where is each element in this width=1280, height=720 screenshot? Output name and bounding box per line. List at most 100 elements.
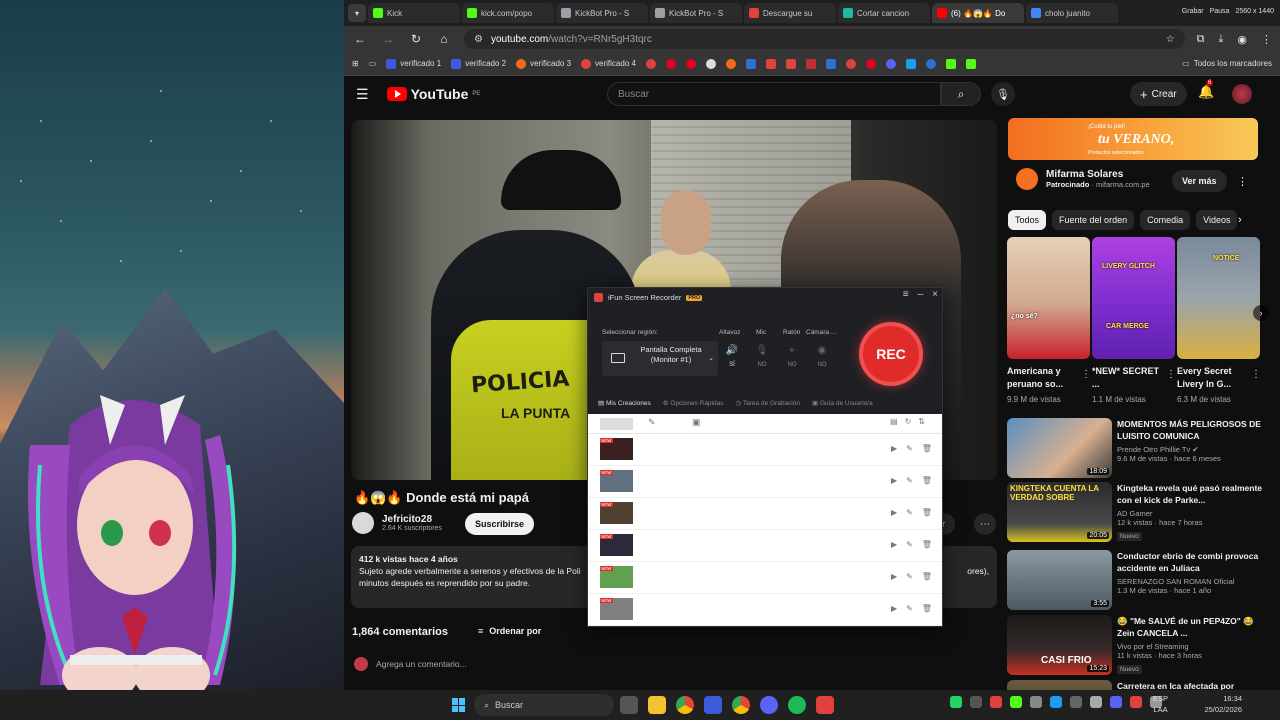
recorder-taskbar-icon[interactable] xyxy=(816,696,834,714)
bookmark-icon[interactable] xyxy=(965,58,976,69)
bookmark-icon[interactable] xyxy=(765,58,776,69)
vegas-icon[interactable] xyxy=(704,696,722,714)
capture-pause[interactable]: Pausa xyxy=(1210,8,1230,15)
edit-icon[interactable]: ✎ xyxy=(906,476,913,485)
delete-icon[interactable]: 🗑 xyxy=(922,572,932,581)
tab-0[interactable]: Kick xyxy=(368,3,460,23)
tray-icon[interactable] xyxy=(950,696,962,708)
edit-icon[interactable]: ✎ xyxy=(906,508,913,517)
channel-name[interactable]: Jefricito28 xyxy=(382,514,442,525)
video-title[interactable]: Carretera en Ica afectada por xyxy=(1117,680,1267,690)
bookmark-1[interactable]: verificado 1 xyxy=(386,58,441,69)
recording-row[interactable]: NEW ▶ ✎ 🗑 xyxy=(588,466,942,498)
bookmark-icon[interactable] xyxy=(945,58,956,69)
video-thumbnail[interactable]: CASI FRIO 15:23 xyxy=(1007,615,1112,675)
bookmark-3[interactable]: verificado 3 xyxy=(516,58,571,69)
shorts-next-icon[interactable]: › xyxy=(1253,305,1269,321)
taskbar-search[interactable]: ⌕ Buscar xyxy=(474,694,614,716)
bookmark-icon[interactable] xyxy=(725,58,736,69)
bookmark-icon[interactable] xyxy=(745,58,756,69)
chip-source[interactable]: Fuente del orden xyxy=(1052,210,1135,230)
speaker-toggle[interactable]: 🔊 SÍ xyxy=(721,344,743,368)
recorder-menu-icon[interactable]: ≡ xyxy=(903,289,909,300)
url-input[interactable]: ⚙ youtube.com/watch?v=RNr5gH3tqrc ☆ xyxy=(464,29,1185,49)
downloads-icon[interactable]: ⤓ xyxy=(1219,33,1224,46)
home-icon[interactable]: ⌂ xyxy=(436,32,452,46)
channel-avatar[interactable] xyxy=(352,512,374,534)
ad-title[interactable]: Mifarma Solares xyxy=(1046,169,1150,180)
hamburger-menu-icon[interactable]: ☰ xyxy=(356,86,369,103)
subscribe-button[interactable]: Suscribirse xyxy=(465,513,535,535)
mouse-toggle[interactable]: ⌖ NO xyxy=(781,344,803,368)
play-icon[interactable]: ▶ xyxy=(891,476,897,485)
task-view-icon[interactable] xyxy=(620,696,638,714)
tab-user-guide[interactable]: ▣ Guía de Usuario/a xyxy=(812,399,873,407)
tab-6-active[interactable]: (6) 🔥😱🔥 Do xyxy=(932,3,1024,23)
recommended-video[interactable]: 18:09 MOMENTOS MÁS PELIGROSOS DE LUISITO… xyxy=(1007,418,1269,478)
menu-icon[interactable]: ⋮ xyxy=(1261,33,1272,46)
taskbar-clock[interactable]: 16:34 25/02/2026 xyxy=(1204,693,1242,715)
region-select[interactable]: Pantalla Completa (Monitor #1) ⌄ xyxy=(602,341,718,376)
extensions-icon[interactable]: ⧉ xyxy=(1197,33,1205,46)
tab-recording-task[interactable]: ◷ Tarea de Grabación xyxy=(736,399,800,407)
play-icon[interactable]: ▶ xyxy=(891,572,897,581)
bookmark-icon[interactable] xyxy=(905,58,916,69)
more-actions-icon[interactable]: ⋯ xyxy=(974,513,996,535)
chip-videos[interactable]: Videos xyxy=(1196,210,1238,230)
bookmark-icon[interactable] xyxy=(785,58,796,69)
video-title[interactable]: MOMENTOS MÁS PELIGROSOS DE LUISITO COMUN… xyxy=(1117,418,1267,442)
account-avatar[interactable] xyxy=(1232,84,1252,104)
recording-row[interactable]: NEW ▶ ✎ 🗑 xyxy=(588,562,942,594)
tray-icon[interactable] xyxy=(1050,696,1062,708)
bookmark-icon[interactable] xyxy=(925,58,936,69)
tray-icon[interactable] xyxy=(1130,696,1142,708)
tray-icon[interactable] xyxy=(1090,696,1102,708)
recording-row[interactable]: NEW ▶ ✎ 🗑 xyxy=(588,594,942,626)
recording-row[interactable]: NEW ▶ ✎ 🗑 xyxy=(588,498,942,530)
back-icon[interactable]: ← xyxy=(352,32,368,46)
delete-icon[interactable]: 🗑 xyxy=(922,444,932,453)
edit-icon[interactable]: ✎ xyxy=(906,540,913,549)
edit-icon[interactable]: ✎ xyxy=(906,572,913,581)
delete-icon[interactable]: 🗑 xyxy=(922,476,932,485)
play-icon[interactable]: ▶ xyxy=(891,604,897,613)
bookmark-icon[interactable] xyxy=(825,58,836,69)
recording-row[interactable]: NEW ▶ ✎ 🗑 xyxy=(588,434,942,466)
short-title[interactable]: Americana y peruano so... xyxy=(1007,365,1077,391)
bookmark-icon[interactable] xyxy=(685,58,696,69)
bookmark-2[interactable]: verificado 2 xyxy=(451,58,506,69)
reload-icon[interactable]: ↻ xyxy=(408,32,424,46)
profile-icon[interactable]: ◉ xyxy=(1237,33,1247,46)
ad-menu-icon[interactable]: ⋮ xyxy=(1237,175,1248,188)
recommended-video[interactable]: Carretera en Ica afectada por xyxy=(1007,680,1269,690)
tab-1[interactable]: kick.com/popo xyxy=(462,3,554,23)
edit-icon[interactable]: ✎ xyxy=(906,604,913,613)
delete-icon[interactable]: 🗑 xyxy=(922,540,932,549)
folder-icon[interactable]: ▭ xyxy=(369,59,377,68)
voice-search-icon[interactable]: 🎙 xyxy=(991,82,1015,106)
bookmark-icon[interactable] xyxy=(645,58,656,69)
bookmark-icon[interactable] xyxy=(805,58,816,69)
forward-icon[interactable]: → xyxy=(380,32,396,46)
video-thumbnail[interactable] xyxy=(1007,680,1112,690)
delete-icon[interactable]: 🗑 xyxy=(922,604,932,613)
edit-icon[interactable]: ✎ xyxy=(648,417,656,428)
camera-toggle[interactable]: ◉ NO xyxy=(811,344,833,368)
play-icon[interactable]: ▶ xyxy=(891,508,897,517)
bookmark-icon[interactable] xyxy=(845,58,856,69)
select-all-checkbox[interactable] xyxy=(600,418,633,430)
bookmark-icon[interactable] xyxy=(705,58,716,69)
short-thumbnail[interactable]: NOTICE xyxy=(1177,237,1260,359)
advertiser-logo[interactable] xyxy=(1016,168,1038,190)
tray-icon[interactable] xyxy=(1010,696,1022,708)
youtube-logo[interactable]: YouTube PE xyxy=(386,86,480,102)
create-button[interactable]: + Crear xyxy=(1130,82,1187,106)
play-icon[interactable]: ▶ xyxy=(891,444,897,453)
video-title[interactable]: Kingteka revela qué pasó realmente con e… xyxy=(1117,482,1267,506)
youtube-search-input[interactable]: Buscar xyxy=(607,82,941,106)
add-comment-input[interactable]: Agrega un comentario... xyxy=(354,657,467,671)
short-title[interactable]: *NEW* SECRET ... xyxy=(1092,365,1162,391)
chrome-alt-icon[interactable] xyxy=(732,696,750,714)
windows-start-icon[interactable] xyxy=(452,698,466,712)
ad-banner[interactable]: ¡Cuidá tu piel! tu VERANO, Productos sel… xyxy=(1008,118,1258,160)
